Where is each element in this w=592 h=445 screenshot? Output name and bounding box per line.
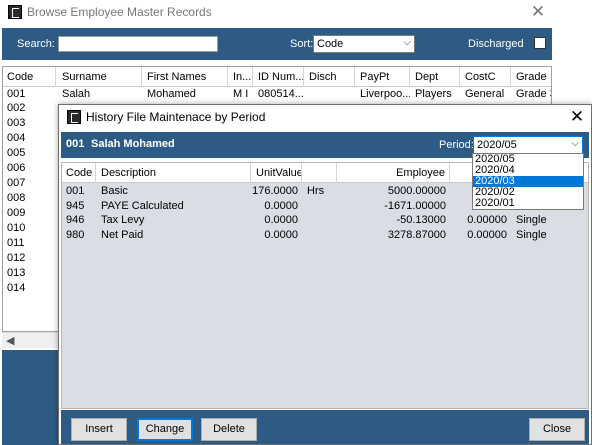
col-code[interactable]: Code bbox=[3, 67, 56, 87]
cell-grade: Grade 3 bbox=[516, 88, 552, 100]
period-select[interactable]: 2020/05 ⌵ bbox=[473, 136, 583, 154]
table-row[interactable]: 980 Net Paid 0.0000 3278.87000 0.00000 Single bbox=[62, 228, 588, 242]
sort-select[interactable]: Code ⌵ bbox=[313, 35, 415, 53]
col-id-number[interactable]: ID Num... bbox=[254, 67, 304, 87]
table-row[interactable]: 946 Tax Levy 0.0000 -50.13000 0.00000 Single bbox=[62, 214, 588, 227]
cell-code: 006 bbox=[7, 162, 26, 174]
cell-dept: Players bbox=[415, 88, 452, 100]
col-paypt[interactable]: PayPt bbox=[356, 67, 410, 87]
cell-unit-value: 0.0000 bbox=[264, 228, 298, 241]
cell-code: 012 bbox=[7, 252, 26, 264]
cell-code: 946 bbox=[66, 214, 85, 226]
scroll-left-icon[interactable]: ◀ bbox=[6, 334, 14, 347]
cell-description: Tax Levy bbox=[101, 214, 145, 226]
cell-employer: 0.00000 bbox=[467, 228, 507, 241]
close-icon[interactable]: ✕ bbox=[527, 2, 549, 22]
cell-code: 013 bbox=[7, 267, 26, 279]
cell-code: 001 bbox=[66, 185, 85, 197]
col-description[interactable]: Description bbox=[97, 163, 251, 183]
cell-employee: -1671.00000 bbox=[384, 199, 446, 212]
app-icon bbox=[8, 5, 22, 19]
col-unit-value[interactable]: UnitValue bbox=[252, 163, 302, 183]
dialog-footer: Insert Change Delete Close bbox=[61, 410, 589, 444]
col-unit[interactable] bbox=[303, 163, 337, 183]
cell-code: 014 bbox=[7, 282, 26, 294]
period-label: Period: bbox=[439, 139, 474, 151]
cell-employee: 5000.00000 bbox=[387, 185, 446, 197]
bg-window-title: Browse Employee Master Records bbox=[27, 5, 212, 19]
sort-label: Sort: bbox=[290, 38, 314, 50]
col-first-names[interactable]: First Names bbox=[143, 67, 228, 87]
insert-button[interactable]: Insert bbox=[71, 418, 127, 441]
close-button[interactable]: Close bbox=[529, 418, 585, 441]
cell-code: 005 bbox=[7, 147, 26, 159]
table-row[interactable]: 001 Salah Mohamed M I 080514... Liverpoo… bbox=[3, 88, 551, 101]
col-employee[interactable]: Employee bbox=[338, 163, 450, 183]
cell-unit-value: 0.0000 bbox=[264, 214, 298, 226]
delete-button[interactable]: Delete bbox=[201, 418, 257, 441]
cell-code: 980 bbox=[66, 228, 85, 241]
cell-employer: 0.00000 bbox=[467, 214, 507, 226]
cell-employee: -50.13000 bbox=[396, 214, 446, 226]
employee-grid-header: Code Surname First Names In... ID Num...… bbox=[3, 67, 551, 87]
search-label: Search: bbox=[17, 38, 55, 50]
col-costc[interactable]: CostC bbox=[461, 67, 511, 87]
search-input[interactable] bbox=[58, 36, 218, 52]
cell-code: 008 bbox=[7, 192, 26, 204]
period-value: 2020/05 bbox=[477, 139, 517, 151]
cell-code: 007 bbox=[7, 177, 26, 189]
cell-description: PAYE Calculated bbox=[101, 199, 184, 212]
search-bar: Search: Sort: Code ⌵ Discharged bbox=[2, 28, 552, 60]
change-button[interactable]: Change bbox=[137, 418, 193, 441]
sort-value: Code bbox=[317, 38, 344, 50]
discharged-label: Discharged bbox=[468, 38, 524, 50]
cell-code: 002 bbox=[7, 102, 26, 114]
cell-unit-value: 0.0000 bbox=[264, 199, 298, 212]
col-disch[interactable]: Disch bbox=[305, 67, 355, 87]
cell-code: 004 bbox=[7, 132, 26, 144]
cell-description: Net Paid bbox=[101, 228, 144, 241]
cell-initials: M I bbox=[233, 88, 249, 100]
chevron-down-icon: ⌵ bbox=[403, 37, 411, 48]
cell-surname: Salah bbox=[62, 88, 91, 100]
cell-code: 945 bbox=[66, 199, 85, 212]
history-grid-body: 001Basic176.0000Hrs5000.000000945PAYE Ca… bbox=[62, 183, 588, 408]
col-initials[interactable]: In... bbox=[229, 67, 253, 87]
dialog-titlebar: History File Maintenace by Period ✕ bbox=[59, 105, 591, 130]
cell-employee: 3278.87000 bbox=[387, 228, 446, 241]
discharged-checkbox[interactable] bbox=[534, 37, 546, 49]
dialog-title: History File Maintenace by Period bbox=[86, 110, 266, 124]
cell-first-names: Mohamed bbox=[147, 88, 196, 100]
cell-code: 011 bbox=[7, 237, 25, 249]
col-surname[interactable]: Surname bbox=[58, 67, 142, 87]
col-dept[interactable]: Dept bbox=[411, 67, 460, 87]
period-dropdown[interactable]: 2020/05 2020/04 2020/03 2020/02 2020/01 bbox=[472, 153, 584, 210]
cell-code: 003 bbox=[7, 117, 26, 129]
cell-type: Single bbox=[516, 214, 547, 226]
cell-type: Single bbox=[516, 228, 547, 241]
cell-code: 010 bbox=[7, 222, 26, 234]
cell-unit: Hrs bbox=[307, 185, 325, 197]
cell-code: 001 bbox=[7, 88, 26, 100]
col-code[interactable]: Code bbox=[62, 163, 96, 183]
cell-costc: General bbox=[465, 88, 505, 100]
cell-unit-value: 176.0000 bbox=[252, 185, 298, 197]
period-option[interactable]: 2020/01 bbox=[473, 198, 583, 209]
col-grade[interactable]: Grade bbox=[512, 67, 551, 87]
employee-code: 001 bbox=[66, 138, 85, 150]
cell-id-number: 080514... bbox=[258, 88, 304, 100]
chevron-down-icon: ⌵ bbox=[571, 138, 579, 149]
close-icon[interactable]: ✕ bbox=[566, 107, 588, 127]
cell-description: Basic bbox=[101, 185, 128, 197]
cell-code: 009 bbox=[7, 207, 26, 219]
employee-name: Salah Mohamed bbox=[91, 138, 175, 150]
cell-paypt: Liverpoo... bbox=[360, 88, 410, 100]
app-icon bbox=[67, 110, 81, 124]
bg-titlebar: Browse Employee Master Records ✕ bbox=[0, 0, 554, 25]
